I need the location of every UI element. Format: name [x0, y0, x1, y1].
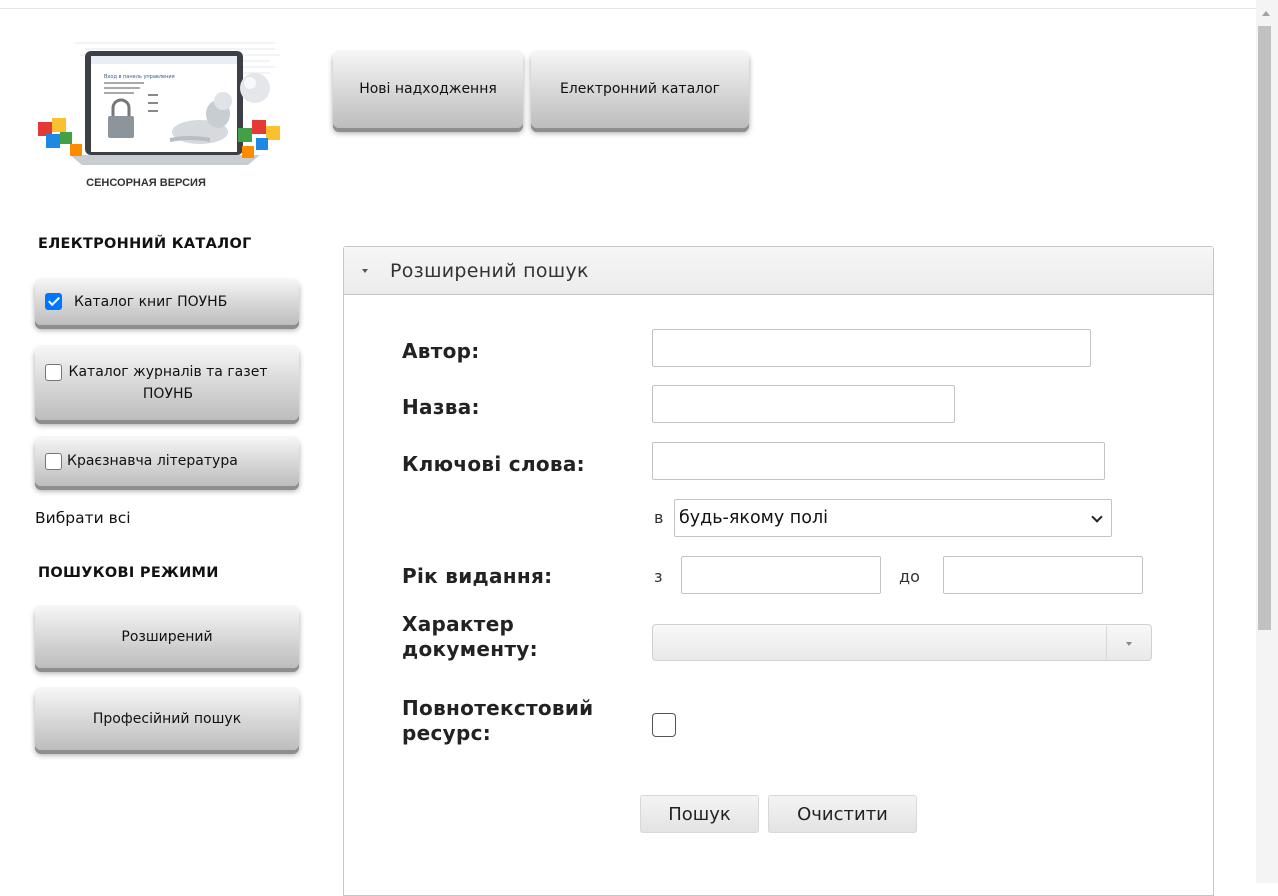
local-history-checkbox[interactable] — [45, 452, 62, 470]
new-arrivals-button[interactable]: Нові надходження — [333, 50, 523, 128]
keywords-input[interactable] — [652, 442, 1105, 480]
catalog-books-checkbox[interactable] — [45, 293, 62, 310]
catalog-journals-label: Каталог журналів та газет ПОУНБ — [68, 363, 268, 402]
logo-screen-title: Вход в панель управления — [104, 74, 175, 80]
in-field-label: в — [654, 508, 664, 527]
local-history-label: Краєзнавча література — [67, 453, 238, 469]
catalog-books-label: Каталог книг ПОУНБ — [74, 293, 228, 310]
doc-type-label-line1: Характер — [402, 612, 515, 636]
electronic-catalog-button[interactable]: Електронний каталог — [531, 50, 749, 128]
doc-type-label: Характер документу: — [402, 612, 538, 662]
author-label: Автор: — [402, 339, 480, 363]
year-to-input[interactable] — [943, 556, 1143, 594]
logo-caption: СЕНСОРНАЯ ВЕРСИЯ — [86, 177, 206, 189]
collapse-arrow-icon — [362, 268, 368, 273]
fulltext-label-line1: Повнотекстовий — [402, 696, 594, 720]
page-scrollbar[interactable] — [1256, 0, 1278, 883]
year-to-label: до — [899, 567, 920, 586]
logo: Вход в панель управления СЕНСОРНАЯ ВЕРСИ — [30, 34, 292, 196]
chevron-down-icon — [1091, 511, 1103, 523]
title-input[interactable] — [652, 385, 955, 423]
logo-image: Вход в панель управления — [38, 42, 280, 165]
catalog-section-title: ЕЛЕКТРОННИЙ КАТАЛОГ — [38, 236, 252, 252]
fulltext-label-line2: ресурс: — [402, 721, 492, 745]
scrollbar-thumb[interactable] — [1258, 26, 1271, 630]
search-button[interactable]: Пошук — [640, 795, 759, 833]
doc-type-combobox[interactable] — [652, 624, 1152, 661]
panel-title: Розширений пошук — [390, 259, 589, 282]
keywords-label: Ключові слова: — [402, 452, 585, 476]
panel-header[interactable]: Розширений пошук — [344, 247, 1213, 295]
select-all-link[interactable]: Вибрати всі — [35, 509, 131, 527]
year-from-label: з — [654, 567, 663, 586]
scroll-up-arrow-icon[interactable] — [1262, 11, 1270, 16]
catalog-books-toggle[interactable]: Каталог книг ПОУНБ — [35, 278, 299, 325]
title-label: Назва: — [402, 395, 480, 419]
search-modes-title: ПОШУКОВІ РЕЖИМИ — [38, 565, 219, 581]
advanced-mode-button[interactable]: Розширений — [35, 605, 299, 668]
search-field-value: будь-якому полі — [679, 508, 828, 528]
year-label: Рік видання: — [402, 564, 553, 588]
local-history-toggle[interactable]: Краєзнавча література — [35, 436, 299, 486]
clear-button[interactable]: Очистити — [768, 795, 917, 833]
year-from-input[interactable] — [681, 556, 881, 594]
professional-search-button[interactable]: Професійний пошук — [35, 687, 299, 750]
top-border — [0, 8, 1256, 9]
combobox-divider — [1106, 626, 1107, 659]
search-field-select[interactable]: будь-якому полі — [674, 499, 1112, 537]
doc-type-label-line2: документу: — [402, 637, 538, 661]
catalog-journals-checkbox[interactable] — [45, 364, 62, 381]
dropdown-arrow-icon — [1126, 642, 1132, 646]
author-input[interactable] — [652, 329, 1091, 367]
fulltext-checkbox[interactable] — [652, 713, 676, 737]
fulltext-label: Повнотекстовий ресурс: — [402, 696, 594, 746]
catalog-journals-toggle[interactable]: Каталог журналів та газет ПОУНБ — [35, 345, 299, 420]
